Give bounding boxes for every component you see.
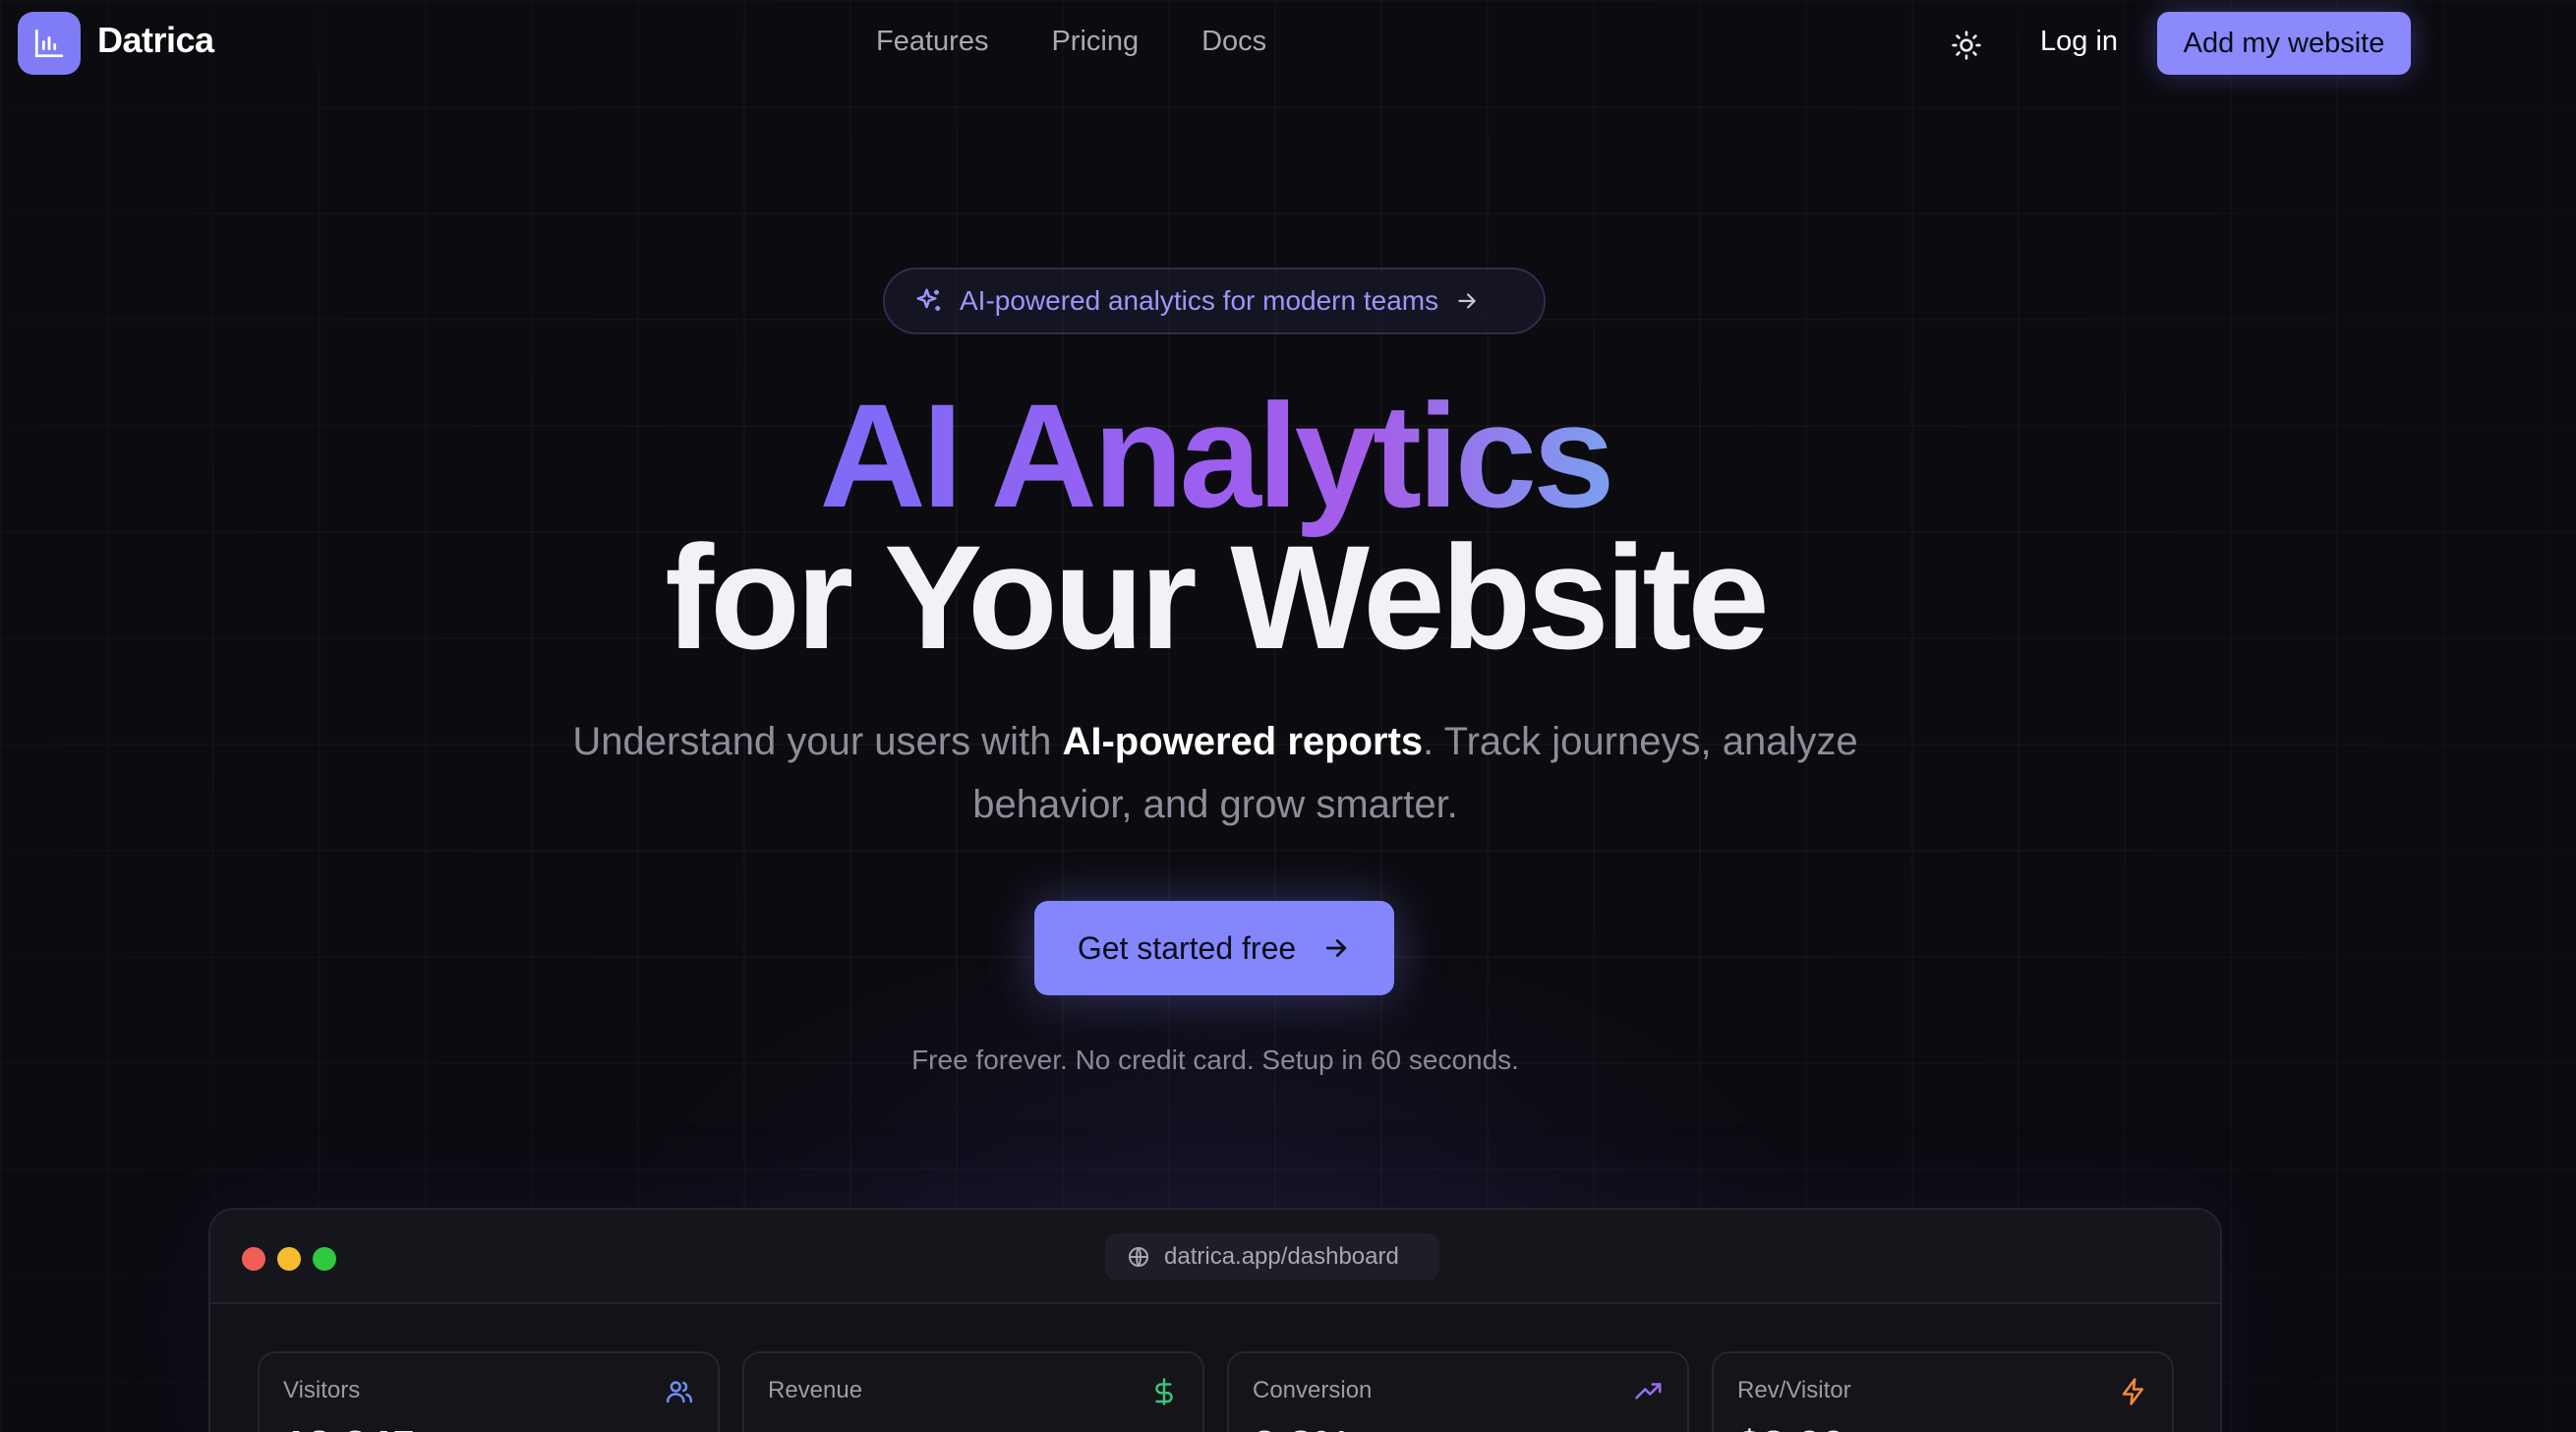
nav-link-features[interactable]: Features	[876, 26, 988, 58]
stat-label: Revenue	[768, 1377, 863, 1403]
badge-text: AI-powered analytics for modern teams	[960, 285, 1439, 316]
stat-card-visitors: Visitors 12,345	[258, 1351, 720, 1432]
dollar-icon	[1155, 1378, 1173, 1405]
url-text: datrica.app/dashboard	[1164, 1243, 1399, 1270]
stat-value: 3.2%	[1253, 1422, 1351, 1432]
nav-link-pricing[interactable]: Pricing	[1051, 26, 1139, 58]
stat-label: Visitors	[283, 1377, 361, 1403]
hero-subtitle: Understand your users with AI-powered re…	[572, 720, 1858, 826]
arrow-right-icon	[1326, 939, 1347, 957]
stat-card-revenue: Revenue	[742, 1351, 1204, 1432]
nav-links: Features Pricing Docs	[876, 26, 1266, 58]
window-close-dot	[242, 1247, 265, 1271]
add-website-button[interactable]: Add my website	[2157, 12, 2411, 75]
stat-value: 12,345	[283, 1422, 416, 1432]
bar-chart-icon	[34, 29, 64, 58]
sun-icon	[1952, 30, 1981, 60]
page: Datrica Features Pricing Docs Log in Add…	[0, 0, 2576, 1432]
globe-icon	[1129, 1247, 1148, 1267]
zap-icon	[2122, 1378, 2143, 1405]
dashboard-preview-window: datrica.app/dashboard Visitors 12,345 Re…	[208, 1208, 2222, 1432]
stat-label: Conversion	[1253, 1377, 1373, 1403]
arrow-right-icon	[1458, 293, 1477, 309]
get-started-label: Get started free	[1077, 929, 1297, 966]
brand-name[interactable]: Datrica	[97, 20, 214, 61]
announcement-badge[interactable]: AI-powered analytics for modern teams	[883, 268, 1546, 334]
get-started-button[interactable]: Get started free	[1034, 901, 1394, 995]
logo[interactable]	[18, 12, 81, 75]
window-maximize-dot	[313, 1247, 336, 1271]
users-icon	[666, 1381, 693, 1403]
login-link[interactable]: Log in	[2040, 26, 2118, 58]
window-minimize-dot	[277, 1247, 301, 1271]
stat-value: $2.00	[1737, 1422, 1845, 1432]
stat-card-conversion: Conversion 3.2%	[1227, 1351, 1689, 1432]
url-bar: datrica.app/dashboard	[1105, 1233, 1439, 1281]
stat-label: Rev/Visitor	[1737, 1377, 1851, 1403]
hero-title-line2: for Your Website	[665, 514, 1770, 680]
nav-link-docs[interactable]: Docs	[1201, 26, 1266, 58]
trending-up-icon	[1635, 1383, 1662, 1400]
sparkles-icon	[916, 288, 941, 311]
window-titlebar: datrica.app/dashboard	[210, 1210, 2220, 1304]
top-nav: Datrica Features Pricing Docs Log in Add…	[0, 0, 2576, 87]
hero-fineprint: Free forever. No credit card. Setup in 6…	[911, 1044, 1519, 1075]
theme-toggle-button[interactable]	[1947, 26, 1986, 65]
stat-card-rev-per-visitor: Rev/Visitor $2.00	[1712, 1351, 2174, 1432]
